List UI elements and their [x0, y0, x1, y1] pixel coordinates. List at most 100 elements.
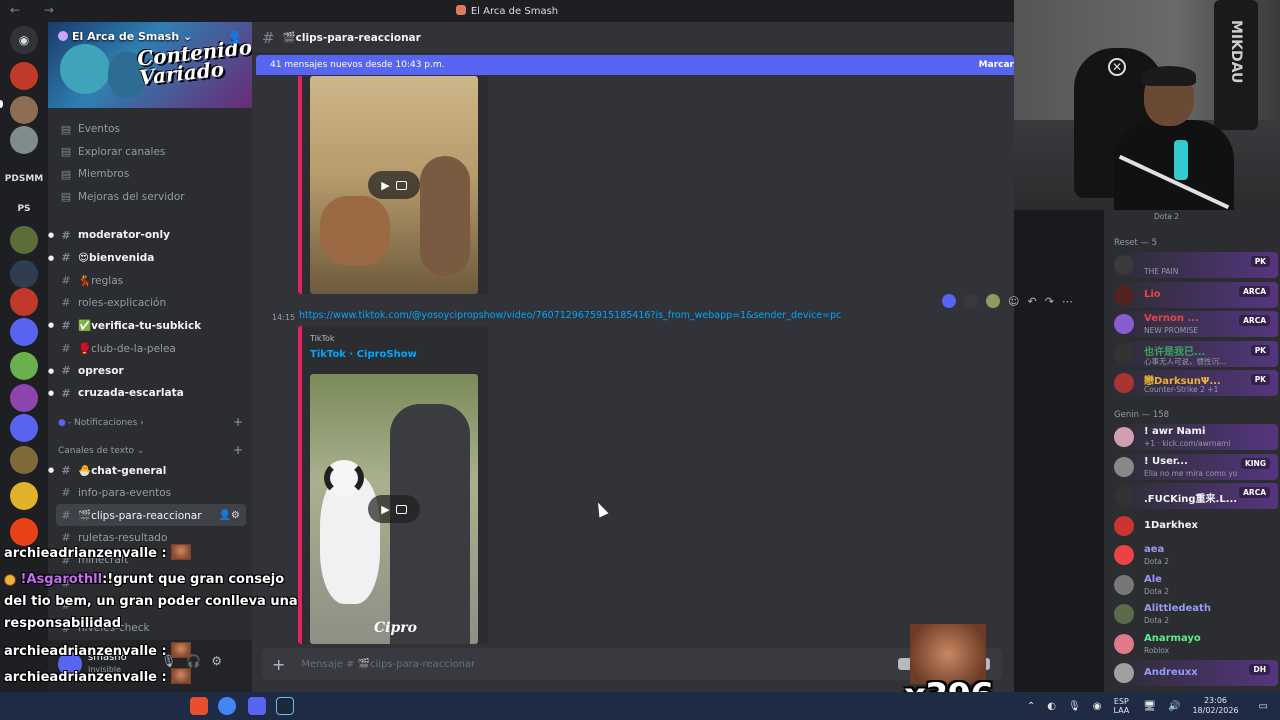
guild-label[interactable]: PDSMM — [4, 174, 44, 184]
member-item[interactable]: 戀DarksunΨ... Counter-Strike 2 +1 PK — [1110, 370, 1278, 396]
guild-icon[interactable] — [10, 518, 38, 546]
forward-icon[interactable]: ↷ — [1045, 295, 1054, 308]
message-composer[interactable]: + Mensaje # 🎬clips-para-reaccionar — [262, 648, 1002, 680]
tray-app-icon[interactable]: ◐ — [1047, 701, 1056, 712]
channel-item[interactable]: ● # opresor — [48, 360, 246, 382]
network-icon[interactable]: 🖥 — [1143, 701, 1156, 712]
member-item[interactable]: Ale Dota 2 — [1110, 572, 1278, 598]
member-item[interactable]: ! awr Nami +1 · kick.com/awrnami — [1110, 424, 1278, 450]
channel-settings-icon[interactable]: 👤⚙ — [219, 510, 240, 521]
member-item[interactable]: Alittledeath Dota 2 — [1110, 601, 1278, 627]
guild-icon[interactable] — [10, 126, 38, 154]
channel-item[interactable]: ● # 🐣chat-general — [48, 459, 246, 481]
channel-item[interactable]: ● # moderator-only — [48, 224, 246, 246]
member-activity: NEW PROMISE — [1144, 326, 1198, 335]
member-name: aea — [1144, 544, 1165, 555]
member-item[interactable]: Vernon ... NEW PROMISE ARCA — [1110, 311, 1278, 337]
member-item[interactable]: Lio ARCA — [1110, 281, 1278, 308]
category-notificaciones[interactable]: ● - Notificaciones › + — [58, 416, 243, 428]
mark-read-button[interactable]: Marcar — [979, 60, 1014, 70]
calendar-icon: ▤ — [60, 122, 72, 136]
hash-icon: # — [61, 508, 71, 522]
channel-item[interactable]: # info-para-eventos — [56, 482, 246, 504]
guild-icon[interactable] — [10, 384, 38, 412]
avatar — [1114, 486, 1134, 506]
guild-icon[interactable] — [10, 260, 38, 288]
chat-area: # 🎬clips-para-reaccionar 41 mensajes nue… — [252, 22, 1073, 692]
guild-label[interactable]: PS — [4, 204, 44, 214]
guild-icon[interactable] — [10, 226, 38, 254]
notifications-icon[interactable]: ▭ — [1259, 701, 1268, 712]
member-item[interactable]: Andreuxx DH — [1110, 660, 1278, 686]
server-name[interactable]: El Arca de Smash ⌄ — [58, 30, 192, 43]
reaction-emoji-icon[interactable] — [964, 294, 978, 308]
tray-app-icon[interactable]: ◉ — [1093, 701, 1102, 712]
member-item[interactable]: 也许是我已... 心事无人可说，惯性沉... PK — [1110, 340, 1278, 367]
add-channel-icon[interactable]: + — [233, 416, 243, 428]
server-banner[interactable]: Contenido Variado El Arca de Smash ⌄ 👤 — [48, 22, 252, 108]
member-activity: Ella no me mira como yo — [1144, 468, 1238, 478]
channel-item[interactable]: ● # 😍bienvenida — [48, 247, 246, 269]
channel-item[interactable]: ● # cruzada-escarlata — [48, 382, 246, 404]
volume-icon[interactable]: 🔊 — [1168, 701, 1180, 712]
channel-item[interactable]: # 💃reglas — [56, 269, 246, 291]
reply-icon[interactable]: ↶ — [1027, 295, 1036, 308]
fullscreen-icon — [395, 504, 407, 514]
input-language[interactable]: ESP LAA — [1113, 697, 1129, 715]
taskbar-app-icon[interactable] — [190, 697, 208, 715]
video-thumbnail[interactable]: Cipro ▶ — [310, 374, 478, 644]
microphone — [1174, 140, 1188, 180]
member-item[interactable]: THE PAIN PK — [1110, 252, 1278, 278]
channel-item[interactable]: ● # ✅verifica-tu-subkick — [48, 314, 246, 336]
video-thumbnail[interactable]: ▶ — [310, 76, 478, 294]
reaction-emoji-icon[interactable] — [986, 294, 1000, 308]
unread-dot: ● — [48, 366, 55, 375]
guild-icon[interactable] — [10, 96, 38, 124]
message-actions[interactable]: ☺ ↶ ↷ ⋯ — [942, 294, 1073, 308]
nav-calendar[interactable]: ▤ Eventos — [56, 118, 246, 140]
member-item[interactable]: ! User... Ella no me mira como yo KING — [1110, 453, 1278, 480]
new-messages-bar[interactable]: 41 mensajes nuevos desde 10:43 p.m. Marc… — [256, 55, 1014, 75]
member-activity: Dota 2 — [1144, 616, 1170, 625]
add-channel-icon[interactable]: + — [233, 444, 243, 456]
more-icon[interactable]: ⋯ — [1062, 295, 1073, 308]
guild-icon[interactable] — [10, 318, 38, 346]
channel-item[interactable]: # 🥊club-de-la-pelea — [56, 337, 246, 359]
member-item[interactable]: .FUCKing重来.L... ARCA — [1110, 483, 1278, 509]
guild-icon[interactable] — [10, 446, 38, 474]
channel-item[interactable]: # 🎬clips-para-reaccionar 👤⚙ — [56, 504, 246, 527]
guild-icon[interactable] — [10, 352, 38, 380]
member-activity: Roblox — [1144, 645, 1170, 655]
chevron-up-icon[interactable]: ⌃ — [1027, 701, 1035, 712]
invite-people-icon[interactable]: 👤 — [227, 30, 242, 44]
member-item[interactable]: Anarmayo Roblox — [1110, 631, 1278, 657]
member-group-header: Genin — 158 — [1114, 410, 1170, 420]
member-item[interactable]: aea Dota 2 — [1110, 542, 1278, 568]
reaction-emoji-icon[interactable] — [942, 294, 956, 308]
guild-icon[interactable] — [10, 414, 38, 442]
nav-compass[interactable]: ▤ Explorar canales — [56, 141, 246, 163]
discord-home-icon[interactable]: ◉ — [10, 26, 38, 54]
steam-icon[interactable] — [276, 697, 294, 715]
role-badge: PK — [1250, 256, 1270, 267]
nav-members[interactable]: ▤ Miembros — [56, 163, 246, 185]
attach-plus-icon[interactable]: + — [272, 655, 285, 674]
avatar — [1114, 456, 1134, 477]
discord-icon[interactable] — [248, 697, 266, 715]
clock[interactable]: 23:06 18/02/2026 — [1192, 696, 1238, 716]
add-reaction-icon[interactable]: ☺ — [1008, 295, 1019, 308]
play-button[interactable]: ▶ — [368, 171, 420, 199]
guild-icon[interactable] — [10, 482, 38, 510]
member-name: ! awr Nami — [1144, 426, 1206, 437]
browser-icon[interactable] — [218, 697, 236, 715]
message-link[interactable]: https://www.tiktok.com/@yosoycipropshow/… — [299, 310, 841, 321]
member-item[interactable]: 1Darkhex — [1110, 513, 1278, 539]
embed-title[interactable]: TikTok · CiproShow — [310, 349, 417, 360]
play-button[interactable]: ▶ — [368, 495, 420, 523]
nav-boost[interactable]: ▤ Mejoras del servidor — [56, 186, 246, 208]
category-text-channels[interactable]: Canales de texto ⌄ + — [58, 444, 243, 456]
mic-icon[interactable]: 🎙 — [1068, 701, 1081, 712]
channel-item[interactable]: # roles-explicación — [56, 292, 246, 314]
guild-icon[interactable] — [10, 288, 38, 316]
guild-icon[interactable] — [10, 62, 38, 90]
